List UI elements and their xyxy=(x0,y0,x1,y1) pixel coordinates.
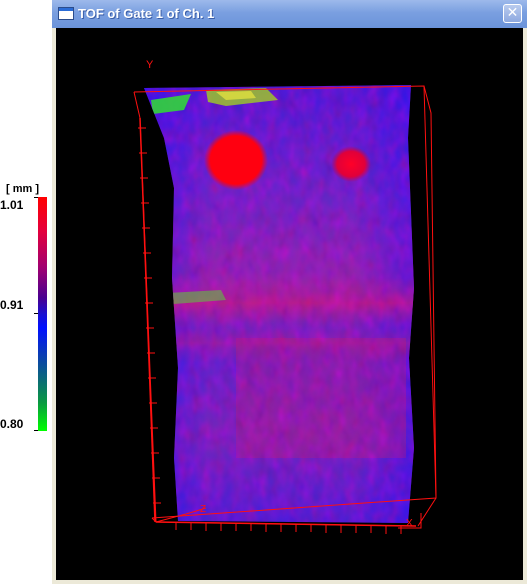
window-title: TOF of Gate 1 of Ch. 1 xyxy=(78,6,215,21)
color-scale-panel: [ mm ] 1.01 0.91 0.80 xyxy=(0,0,52,584)
scan-volume xyxy=(144,85,414,523)
close-button[interactable]: ✕ xyxy=(503,4,522,23)
tof-window: TOF of Gate 1 of Ch. 1 ✕ Y X Z xyxy=(52,0,527,584)
color-scale-bar xyxy=(38,197,47,431)
scale-tick-min xyxy=(34,430,38,431)
scale-unit-label: [ mm ] xyxy=(6,183,39,195)
z-axis-label: Z xyxy=(200,504,206,515)
tof-3d-render: Y X Z xyxy=(133,59,437,534)
scale-tick-mid xyxy=(34,313,38,314)
y-axis-label: Y xyxy=(146,59,154,71)
defect-spot-small xyxy=(331,146,371,182)
3d-viewport[interactable]: Y X Z xyxy=(56,28,523,580)
scale-tick-max xyxy=(34,197,38,198)
window-titlebar[interactable]: TOF of Gate 1 of Ch. 1 ✕ xyxy=(52,0,527,28)
x-axis-label: X xyxy=(406,518,413,529)
scale-mid-label: 0.91 xyxy=(0,298,24,312)
scale-min-label: 0.80 xyxy=(0,417,24,431)
window-icon xyxy=(58,7,74,20)
scale-max-label: 1.01 xyxy=(0,198,24,212)
y-axis-ticks xyxy=(138,127,161,504)
defect-spot-large xyxy=(204,130,268,190)
